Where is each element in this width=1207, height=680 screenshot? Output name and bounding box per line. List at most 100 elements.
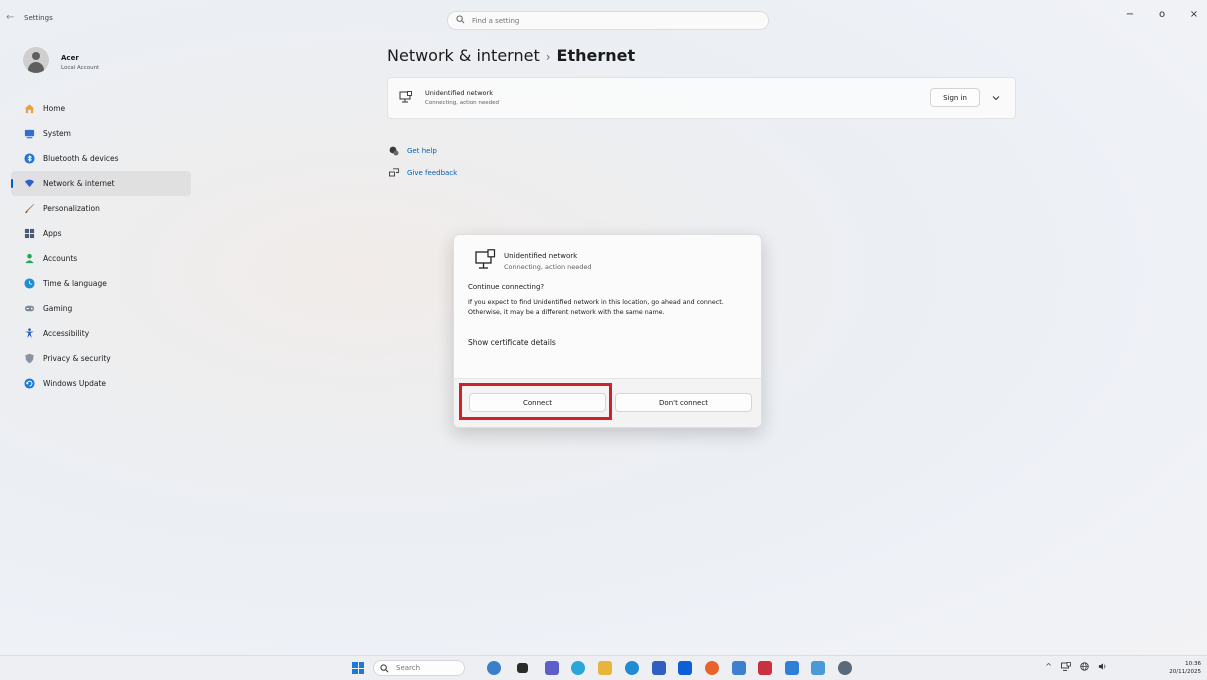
help-links: Get help Give feedback	[389, 140, 457, 184]
clock-time: 10:36	[1185, 661, 1201, 667]
app-blue-icon[interactable]	[785, 661, 799, 675]
breadcrumb-separator: ›	[545, 50, 551, 64]
clock[interactable]: 10:36 20/11/2025	[1169, 660, 1201, 676]
dialog-question: Continue connecting?	[468, 283, 545, 291]
file-explorer-icon[interactable]	[598, 661, 612, 675]
sidebar-item-personalization[interactable]: Personalization	[11, 196, 191, 221]
dialog-body-text: If you expect to find Unidentified netwo…	[468, 299, 724, 316]
app-icon[interactable]	[732, 661, 746, 675]
system-icon	[24, 128, 35, 139]
shield-icon	[24, 353, 35, 364]
sidebar-item-gaming[interactable]: Gaming	[11, 296, 191, 321]
accounts-icon	[24, 253, 35, 264]
globe-icon[interactable]	[1080, 662, 1089, 671]
task-view-icon[interactable]	[517, 663, 528, 673]
connect-button[interactable]: Connect	[469, 393, 606, 412]
sidebar-item-label: Home	[43, 104, 66, 113]
sidebar-item-label: Bluetooth & devices	[43, 154, 119, 163]
minimize-button[interactable]: −	[1125, 9, 1135, 20]
network-name: Unidentified network	[425, 89, 493, 97]
clock-date: 20/11/2025	[1169, 669, 1201, 675]
sidebar-item-bluetooth[interactable]: Bluetooth & devices	[11, 146, 191, 171]
sidebar-item-label: Accessibility	[43, 329, 90, 338]
photos-icon[interactable]	[811, 661, 825, 675]
find-setting-search[interactable]	[447, 11, 769, 30]
chevron-down-icon[interactable]	[985, 88, 1007, 107]
continue-connecting-dialog: Unidentified network Connecting, action …	[453, 234, 762, 428]
sidebar-item-windows-update[interactable]: Windows Update	[11, 371, 191, 396]
maximize-button[interactable]: o	[1157, 9, 1167, 20]
sidebar-item-network[interactable]: Network & internet	[11, 171, 191, 196]
brush-icon	[24, 203, 35, 214]
get-help-label: Get help	[407, 147, 437, 155]
show-certificate-details-link[interactable]: Show certificate details	[468, 338, 556, 347]
dialog-footer: Connect Don't connect	[454, 378, 761, 427]
sidebar-item-label: System	[43, 129, 71, 138]
dropbox-icon[interactable]	[678, 661, 692, 675]
firefox-icon[interactable]	[705, 661, 719, 675]
profile-name: Acer	[61, 54, 79, 62]
globe-clock-icon	[24, 278, 35, 289]
sidebar-item-apps[interactable]: Apps	[11, 221, 191, 246]
close-button[interactable]: ×	[1189, 9, 1199, 20]
sidebar-item-privacy-security[interactable]: Privacy & security	[11, 346, 191, 371]
page-title: Network & internet › Ethernet	[387, 46, 635, 65]
update-icon	[24, 378, 35, 389]
store-icon[interactable]	[652, 661, 666, 675]
sidebar-item-time-language[interactable]: Time & language	[11, 271, 191, 296]
taskbar: ^ 10:36 20/11/2025	[0, 655, 1207, 680]
back-arrow-icon[interactable]: ←	[6, 12, 14, 23]
get-help-link[interactable]: Get help	[389, 140, 457, 162]
sidebar-item-label: Time & language	[43, 279, 107, 288]
sign-in-button[interactable]: Sign in	[930, 88, 980, 107]
dont-connect-button[interactable]: Don't connect	[615, 393, 752, 412]
edge-icon[interactable]	[625, 661, 639, 675]
avatar	[23, 47, 49, 73]
accessibility-icon	[24, 328, 35, 339]
teams-icon[interactable]	[545, 661, 559, 675]
search-icon	[380, 664, 389, 673]
sidebar-item-label: Accounts	[43, 254, 78, 263]
sidebar-item-label: Apps	[43, 229, 62, 238]
ethernet-network-icon	[475, 249, 496, 269]
sidebar-item-label: Privacy & security	[43, 354, 111, 363]
bluetooth-icon	[24, 153, 35, 164]
copilot-icon[interactable]	[571, 661, 585, 675]
app-red-icon[interactable]	[758, 661, 772, 675]
ethernet-network-icon	[399, 91, 412, 103]
sidebar-item-home[interactable]: Home	[11, 96, 191, 121]
sidebar-item-system[interactable]: System	[11, 121, 191, 146]
show-hidden-icons-chevron[interactable]: ^	[1045, 662, 1052, 671]
taskbar-search-input[interactable]	[396, 662, 456, 674]
sidebar-item-label: Network & internet	[43, 179, 115, 188]
window-controls: − o ×	[1125, 9, 1199, 20]
gamepad-icon	[24, 303, 35, 314]
apps-icon	[24, 228, 35, 239]
system-tray: ^	[1045, 662, 1107, 671]
sidebar-item-accounts[interactable]: Accounts	[11, 246, 191, 271]
help-icon	[389, 146, 399, 156]
sidebar-item-label: Gaming	[43, 304, 73, 313]
windows-start-icon[interactable]	[352, 662, 364, 674]
ethernet-icon[interactable]	[1061, 662, 1071, 671]
home-icon	[24, 103, 35, 114]
title-bar: ← Settings − o ×	[0, 0, 1207, 36]
search-input[interactable]	[472, 14, 752, 27]
sidebar-nav: Home System Bluetooth & devices Network …	[11, 96, 191, 396]
network-status: Connecting, action needed	[425, 100, 500, 106]
widgets-icon[interactable]	[487, 661, 501, 675]
give-feedback-label: Give feedback	[407, 169, 458, 177]
profile-account-type: Local Account	[61, 65, 100, 71]
wifi-icon	[24, 178, 35, 189]
app-title: Settings	[24, 14, 53, 22]
breadcrumb-parent[interactable]: Network & internet	[387, 46, 540, 65]
sidebar-item-label: Windows Update	[43, 379, 107, 388]
settings-icon[interactable]	[838, 661, 852, 675]
give-feedback-link[interactable]: Give feedback	[389, 162, 457, 184]
feedback-icon	[389, 168, 399, 178]
taskbar-search[interactable]	[373, 660, 465, 676]
search-icon	[456, 15, 465, 24]
breadcrumb-current: Ethernet	[556, 46, 636, 65]
sidebar-item-accessibility[interactable]: Accessibility	[11, 321, 191, 346]
volume-icon[interactable]	[1098, 662, 1107, 671]
